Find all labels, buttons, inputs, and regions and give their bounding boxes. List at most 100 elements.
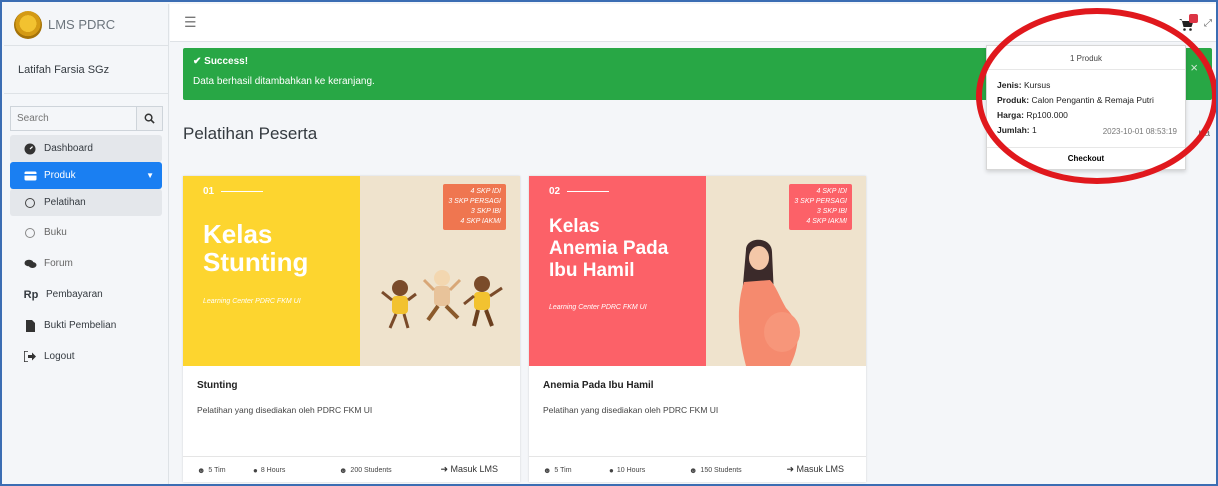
circle-icon — [22, 227, 38, 238]
sidebar-item-label: Pelatihan — [44, 197, 86, 208]
sidebar-item-pembayaran[interactable]: Rp Pembayaran — [10, 280, 162, 309]
app-window: LMS PDRC Latifah Farsia SGz Dashboard Pr… — [0, 0, 1218, 486]
card-body: Anemia Pada Ibu Hamil Pelatihan yang dis… — [543, 380, 718, 415]
course-title[interactable]: Stunting — [197, 380, 372, 391]
sidebar-item-label: Buku — [44, 227, 67, 238]
team-label: 5 Tim — [554, 467, 572, 474]
banner-illustration: 4 SKP IDI 3 SKP PERSAGI 3 SKP IBI 4 SKP … — [706, 176, 866, 366]
checkout-button[interactable]: Checkout — [987, 147, 1185, 169]
user-name[interactable]: Latifah Farsia SGz — [4, 46, 168, 94]
sidebar-item-label: Logout — [44, 351, 75, 362]
children-illustration — [381, 270, 503, 329]
skp-badge: 4 SKP IDI 3 SKP PERSAGI 3 SKP IBI 4 SKP … — [443, 184, 506, 230]
sidebar-item-buku[interactable]: Buku — [10, 218, 162, 247]
search-input[interactable] — [11, 107, 136, 130]
students-label: 150 Students — [700, 467, 742, 474]
sidebar: LMS PDRC Latifah Farsia SGz Dashboard Pr… — [4, 4, 169, 484]
students-count: ☻ 200 Students — [339, 466, 392, 475]
cart-harga: Harga: Rp100.000 — [997, 108, 1185, 123]
banner-title: Kelas Anemia Pada Ibu Hamil — [549, 216, 668, 282]
banner-title-line: Anemia Pada — [549, 238, 669, 259]
masuk-lms-label: Masuk LMS — [796, 464, 844, 474]
course-banner: 01 Kelas Stunting Learning Center PDRC F… — [183, 176, 520, 366]
search-icon[interactable] — [136, 107, 162, 130]
sidebar-item-label: Produk — [44, 170, 76, 181]
chevron-down-icon: ▼ — [146, 171, 154, 180]
team-label: 5 Tim — [208, 467, 226, 474]
cart-jenis: Jenis: Kursus — [997, 78, 1185, 93]
masuk-lms-label: Masuk LMS — [450, 464, 498, 474]
course-description: Pelatihan yang disediakan oleh PDRC FKM … — [543, 405, 719, 415]
cart-timestamp: 2023-10-01 08:53:19 — [1102, 127, 1177, 136]
sidebar-item-forum[interactable]: Forum — [10, 249, 162, 278]
banner-divider — [567, 191, 609, 192]
jenis-label: Jenis: — [997, 80, 1022, 90]
skp-line: 4 SKP IDI — [816, 188, 847, 195]
sign-in-icon: ➜ — [440, 464, 451, 474]
course-description: Pelatihan yang disediakan oleh PDRC FKM … — [197, 405, 373, 415]
course-card-stunting: 01 Kelas Stunting Learning Center PDRC F… — [183, 176, 520, 482]
close-icon[interactable]: × — [1190, 60, 1198, 75]
skp-badge: 4 SKP IDI 3 SKP PERSAGI 3 SKP IBI 4 SKP … — [789, 184, 852, 230]
breadcrumb[interactable]: rta — [1198, 128, 1210, 139]
clock-icon: ● — [253, 466, 258, 475]
cart-count-badge — [1189, 14, 1198, 23]
course-banner: 02 Kelas Anemia Pada Ibu Hamil Learning … — [529, 176, 866, 366]
skp-line: 4 SKP IAKMI — [460, 218, 501, 225]
sidebar-item-bukti-pembelian[interactable]: Bukti Pembelian — [10, 311, 162, 340]
page-title: Pelatihan Peserta — [183, 124, 318, 143]
students-count: ☻ 150 Students — [689, 466, 742, 475]
sidebar-item-pelatihan[interactable]: Pelatihan — [10, 189, 162, 216]
expand-icon[interactable]: ⤢ — [1204, 18, 1212, 29]
course-title[interactable]: Anemia Pada Ibu Hamil — [543, 380, 718, 391]
hours-count: ● 8 Hours — [253, 466, 285, 475]
sidebar-item-label: Forum — [44, 258, 73, 269]
banner-divider — [221, 191, 263, 192]
banner-title-line: Kelas — [203, 219, 273, 249]
sidebar-item-label: Pembayaran — [46, 289, 103, 300]
skp-line: 4 SKP IAKMI — [806, 218, 847, 225]
brand-title: LMS PDRC — [48, 17, 116, 32]
brand-link[interactable]: LMS PDRC — [4, 4, 168, 46]
hours-count: ● 10 Hours — [609, 466, 645, 475]
sidebar-item-produk[interactable]: Produk ▼ — [10, 162, 162, 189]
banner-number: 01 — [203, 186, 215, 197]
sidebar-item-logout[interactable]: Logout — [10, 342, 162, 371]
sidebar-item-label: Bukti Pembelian — [44, 320, 117, 331]
tachometer-icon — [22, 143, 38, 155]
sidebar-search — [10, 106, 163, 131]
card-body: Stunting Pelatihan yang disediakan oleh … — [197, 380, 372, 415]
masuk-lms-button[interactable]: ➜ Masuk LMS — [786, 464, 844, 475]
banner-subtitle: Learning Center PDRC FKM UI — [549, 304, 647, 311]
users-icon: ☻ — [197, 466, 206, 475]
sidebar-item-dashboard[interactable]: Dashboard — [10, 135, 162, 162]
banner-illustration: 4 SKP IDI 3 SKP PERSAGI 3 SKP IBI 4 SKP … — [360, 176, 520, 366]
banner-title-line: Stunting — [203, 247, 309, 277]
banner-left: 02 Kelas Anemia Pada Ibu Hamil Learning … — [529, 176, 706, 366]
students-label: 200 Students — [350, 467, 392, 474]
logo-icon — [14, 10, 42, 39]
user-icon: ☻ — [689, 466, 698, 475]
jumlah-value: 1 — [1031, 125, 1037, 135]
produk-label: Produk: — [997, 95, 1030, 105]
card-footer: ☻ 5 Tim ● 8 Hours ☻ 200 Students ➜ Masuk LM… — [183, 456, 520, 482]
hours-label: 8 Hours — [260, 467, 286, 474]
masuk-lms-button[interactable]: ➜ Masuk LMS — [440, 464, 498, 475]
team-count: ☻ 5 Tim — [543, 466, 572, 475]
sidebar-item-label: Dashboard — [44, 143, 93, 154]
banner-subtitle: Learning Center PDRC FKM UI — [203, 298, 301, 305]
circle-icon — [22, 197, 38, 208]
pregnant-woman-illustration — [738, 239, 800, 366]
produk-value: Calon Pengantin & Remaja Putri — [1031, 95, 1154, 105]
skp-line: 3 SKP PERSAGI — [448, 198, 501, 205]
credit-card-icon — [22, 171, 38, 181]
harga-label: Harga: — [997, 110, 1024, 120]
clock-icon: ● — [609, 466, 614, 475]
rupiah-icon: Rp — [23, 288, 39, 301]
sign-out-icon — [22, 351, 38, 362]
hamburger-icon[interactable]: ☰ — [184, 14, 197, 31]
card-footer: ☻ 5 Tim ● 10 Hours ☻ 150 Students ➜ Masuk L… — [529, 456, 866, 482]
skp-line: 4 SKP IDI — [470, 188, 501, 195]
banner-left: 01 Kelas Stunting Learning Center PDRC F… — [183, 176, 360, 366]
comments-icon — [22, 259, 38, 269]
